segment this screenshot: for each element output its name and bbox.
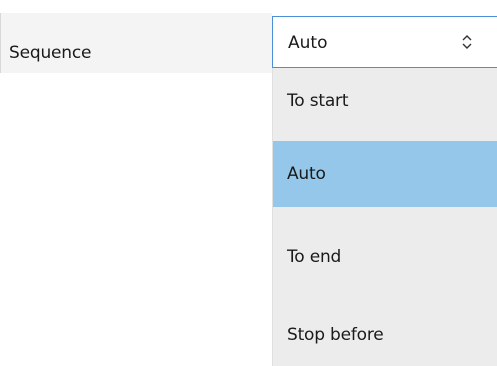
option-label: Auto	[287, 164, 326, 184]
option-to-start[interactable]: To start	[273, 68, 497, 134]
option-auto[interactable]: Auto	[273, 141, 497, 207]
property-row: Sequence	[0, 13, 272, 73]
option-to-end[interactable]: To end	[273, 224, 497, 290]
select-current-value: Auto	[288, 33, 328, 53]
property-label: Sequence	[9, 43, 92, 63]
updown-chevron-icon	[459, 31, 475, 53]
option-stop-before[interactable]: Stop before	[273, 302, 497, 366]
sequence-select[interactable]: Auto	[272, 16, 497, 68]
option-label: To start	[287, 91, 349, 111]
option-label: Stop before	[287, 325, 384, 345]
option-label: To end	[287, 247, 342, 267]
sequence-dropdown-list: To start Auto To end Stop before	[272, 68, 497, 366]
screenshot-canvas: Sequence Auto To start Auto To end Stop …	[0, 0, 497, 366]
